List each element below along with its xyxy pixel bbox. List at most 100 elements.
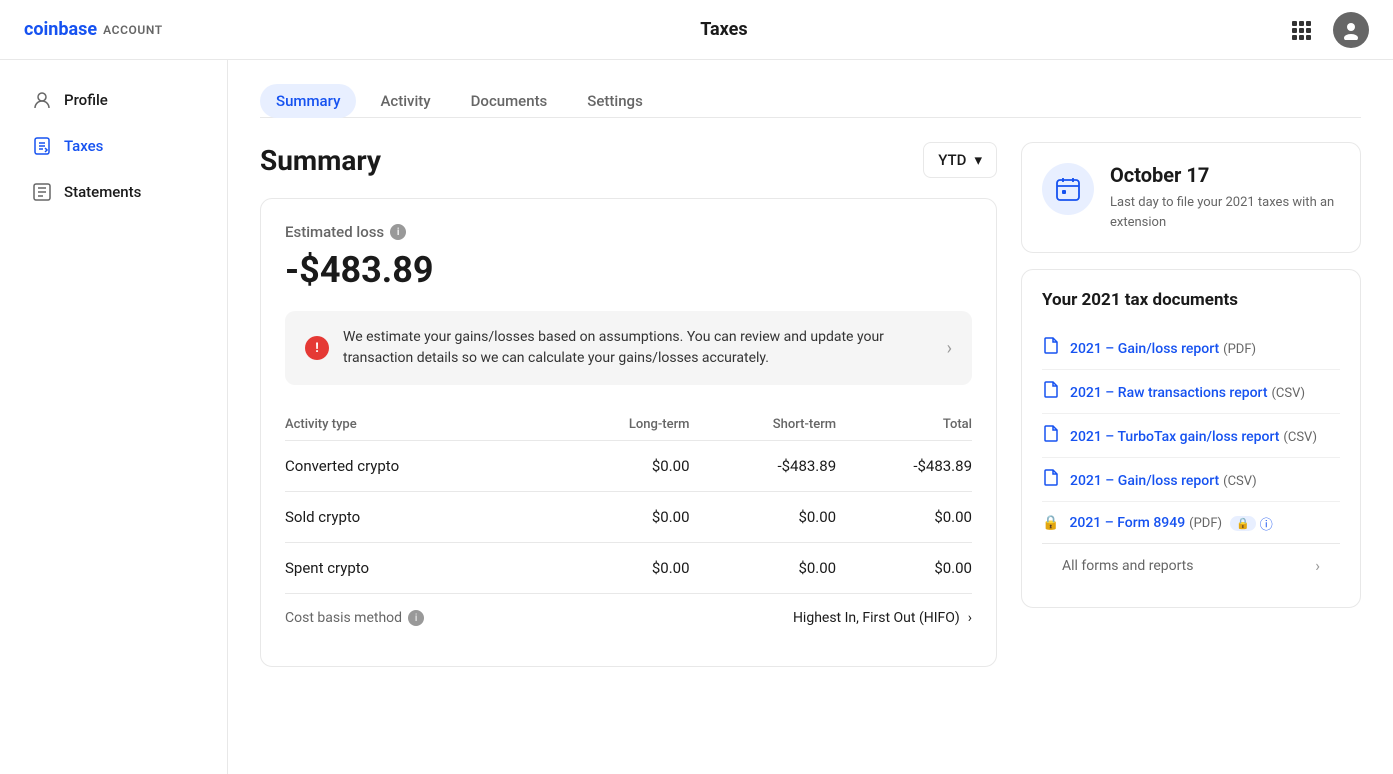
cost-basis-label: Cost basis method i [285, 610, 424, 626]
col-header-type: Activity type [285, 409, 549, 441]
cell-type: Converted crypto [285, 441, 549, 492]
cost-basis-chevron-icon: › [968, 610, 972, 626]
all-reports-chevron-icon: › [1315, 556, 1320, 575]
doc-link[interactable]: 2021 – TurboTax gain/loss report [1070, 429, 1279, 445]
alert-chevron-icon: › [947, 338, 952, 359]
cost-basis-row[interactable]: Cost basis method i Highest In, First Ou… [285, 593, 972, 642]
doc-link[interactable]: 2021 – Gain/loss report [1070, 473, 1219, 489]
file-icon [1042, 380, 1060, 403]
doc-format: (PDF) [1223, 342, 1256, 357]
file-icon [1042, 424, 1060, 447]
header-actions [1285, 12, 1369, 48]
doc-info: 2021 – Gain/loss report (CSV) [1070, 470, 1257, 489]
header: coinbase ACCOUNT Taxes [0, 0, 1393, 60]
sidebar-taxes-label: Taxes [64, 137, 103, 155]
sidebar-statements-label: Statements [64, 183, 141, 201]
sidebar-item-profile[interactable]: Profile [8, 78, 219, 122]
cell-total: $0.00 [836, 543, 972, 594]
avatar[interactable] [1333, 12, 1369, 48]
cost-basis-value: Highest In, First Out (HIFO) › [793, 610, 972, 626]
doc-format: (PDF) [1189, 516, 1222, 531]
logo[interactable]: coinbase ACCOUNT [24, 19, 163, 40]
cell-total: $0.00 [836, 492, 972, 543]
cell-total: -$483.89 [836, 441, 972, 492]
page-title: Summary [260, 144, 381, 177]
sidebar-item-taxes[interactable]: Taxes [8, 124, 219, 168]
person-icon [32, 90, 52, 110]
ytd-label: YTD [938, 151, 966, 169]
logo-brand: coinbase [24, 19, 97, 40]
file-icon [1042, 336, 1060, 359]
doc-item[interactable]: 2021 – Gain/loss report (CSV) [1042, 458, 1340, 502]
cell-type: Spent crypto [285, 543, 549, 594]
file-icon [1042, 468, 1060, 491]
docs-list: 2021 – Gain/loss report (PDF) 2021 – Raw… [1042, 326, 1340, 543]
sidebar-profile-label: Profile [64, 91, 108, 109]
table-row: Spent crypto $0.00 $0.00 $0.00 [285, 543, 972, 594]
doc-info: 2021 – TurboTax gain/loss report (CSV) [1070, 426, 1317, 445]
header-title: Taxes [700, 19, 747, 40]
date-card: October 17 Last day to file your 2021 ta… [1021, 142, 1361, 253]
lock-icon: 🔒 [1042, 515, 1059, 531]
cell-longterm: $0.00 [549, 492, 689, 543]
tab-activity[interactable]: Activity [364, 84, 446, 118]
taxes-icon [32, 136, 52, 156]
ytd-select[interactable]: YTD ▾ [923, 142, 997, 178]
right-panel: October 17 Last day to file your 2021 ta… [1021, 142, 1361, 667]
cell-shortterm: $0.00 [690, 492, 837, 543]
cell-shortterm: -$483.89 [690, 441, 837, 492]
doc-link[interactable]: 2021 – Form 8949 [1069, 515, 1185, 531]
page-header: Summary YTD ▾ [260, 142, 997, 178]
cost-basis-info-icon[interactable]: i [408, 610, 424, 626]
sidebar-item-statements[interactable]: Statements [8, 170, 219, 214]
col-header-shortterm: Short-term [690, 409, 837, 441]
tabs-bar: Summary Activity Documents Settings [260, 84, 1361, 118]
table-row: Sold crypto $0.00 $0.00 $0.00 [285, 492, 972, 543]
doc-item[interactable]: 2021 – Gain/loss report (PDF) [1042, 326, 1340, 370]
estimated-loss-info-icon[interactable]: i [390, 224, 406, 240]
doc-info: 2021 – Gain/loss report (PDF) [1070, 338, 1256, 357]
doc-link[interactable]: 2021 – Gain/loss report [1070, 341, 1219, 357]
loss-amount: -$483.89 [285, 249, 972, 291]
logo-account: ACCOUNT [103, 23, 163, 37]
doc-info: 2021 – Form 8949 (PDF) 🔒 ⓘ [1069, 512, 1272, 533]
main-content: Summary Activity Documents Settings Summ… [228, 60, 1393, 774]
doc-item[interactable]: 2021 – Raw transactions report (CSV) [1042, 370, 1340, 414]
left-panel: Summary YTD ▾ Estimated loss i -$483.89 [260, 142, 997, 667]
doc-link[interactable]: 2021 – Raw transactions report [1070, 385, 1268, 401]
doc-format: (CSV) [1223, 474, 1257, 489]
col-header-total: Total [836, 409, 972, 441]
activity-table: Activity type Long-term Short-term Total… [285, 409, 972, 593]
doc-item[interactable]: 2021 – TurboTax gain/loss report (CSV) [1042, 414, 1340, 458]
tab-settings[interactable]: Settings [571, 84, 659, 118]
content-area: Summary YTD ▾ Estimated loss i -$483.89 [260, 142, 1361, 667]
statements-icon [32, 182, 52, 202]
alert-banner[interactable]: ! We estimate your gains/losses based on… [285, 311, 972, 385]
layout: Profile Taxes Statements [0, 60, 1393, 774]
calendar-icon-wrap [1042, 163, 1094, 215]
cell-type: Sold crypto [285, 492, 549, 543]
date-title: October 17 [1110, 163, 1340, 187]
docs-card: Your 2021 tax documents 2021 – Gain/loss… [1021, 269, 1361, 608]
alert-icon: ! [305, 336, 329, 360]
doc-item[interactable]: 🔒 2021 – Form 8949 (PDF) 🔒 ⓘ [1042, 502, 1340, 543]
all-reports-text: All forms and reports [1062, 558, 1193, 574]
all-reports-link[interactable]: All forms and reports › [1042, 543, 1340, 587]
cell-shortterm: $0.00 [690, 543, 837, 594]
ytd-chevron-icon: ▾ [974, 151, 982, 169]
table-row: Converted crypto $0.00 -$483.89 -$483.89 [285, 441, 972, 492]
grid-icon[interactable] [1285, 14, 1317, 46]
summary-card: Estimated loss i -$483.89 ! We estimate … [260, 198, 997, 667]
date-info: October 17 Last day to file your 2021 ta… [1110, 163, 1340, 232]
tab-summary[interactable]: Summary [260, 84, 356, 118]
doc-format: (CSV) [1283, 430, 1317, 445]
tab-documents[interactable]: Documents [455, 84, 564, 118]
cell-longterm: $0.00 [549, 441, 689, 492]
date-description: Last day to file your 2021 taxes with an… [1110, 193, 1340, 232]
estimated-loss-label: Estimated loss i [285, 223, 972, 241]
date-card-inner: October 17 Last day to file your 2021 ta… [1042, 163, 1340, 232]
sidebar: Profile Taxes Statements [0, 60, 228, 774]
cell-longterm: $0.00 [549, 543, 689, 594]
col-header-longterm: Long-term [549, 409, 689, 441]
alert-text: We estimate your gains/losses based on a… [343, 327, 933, 369]
